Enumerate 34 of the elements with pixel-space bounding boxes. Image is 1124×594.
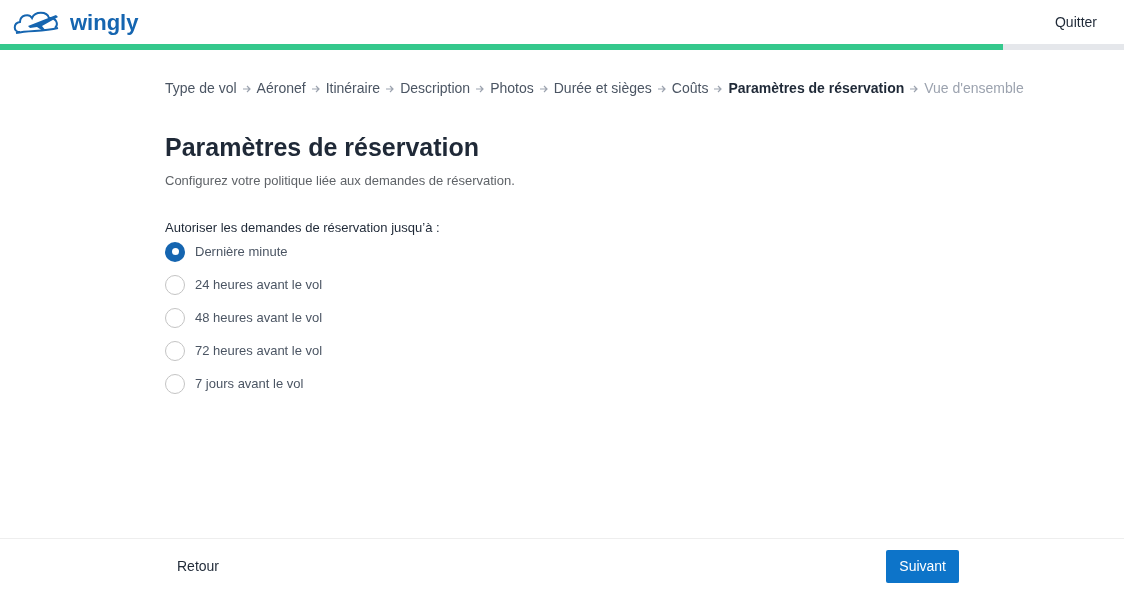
page-subtitle: Configurez votre politique liée aux demandes de réservation. [165,171,516,190]
arrow-right-icon [311,84,320,93]
back-button[interactable]: Retour [165,548,232,585]
breadcrumb-step[interactable]: Durée et sièges [553,78,652,99]
arrow-right-icon [657,84,666,93]
radio-label[interactable]: 48 heures avant le vol [195,307,323,328]
page-title: Paramètres de réservation [165,132,481,163]
radio-button[interactable] [165,373,185,394]
logo-text: wingly [70,8,139,37]
radio-label[interactable]: 7 jours avant le vol [195,373,304,394]
arrow-right-icon [242,84,251,93]
radio-label[interactable]: 24 heures avant le vol [195,274,323,295]
breadcrumb-step[interactable]: Photos [490,78,534,99]
next-button[interactable]: Suivant [886,550,959,583]
breadcrumb-step: Vue d'ensemble [924,78,1024,99]
arrow-right-icon [476,84,485,93]
question-label: Autoriser les demandes de réservation jusqu’à : [165,219,441,237]
radio-button[interactable] [165,340,185,361]
breadcrumb-step[interactable]: Coûts [671,78,709,99]
radio-label[interactable]: Dernière minute [195,241,288,262]
radio-label[interactable]: 72 heures avant le vol [195,340,323,361]
arrow-right-icon [714,84,723,93]
breadcrumb-step[interactable]: Type de vol [165,78,237,99]
breadcrumb-step: Paramètres de réservation [728,78,905,99]
arrow-right-icon [910,84,919,93]
arrow-right-icon [386,84,395,93]
radio-button[interactable] [165,241,185,262]
radio-button[interactable] [165,307,185,328]
breadcrumb-step[interactable]: Itinéraire [325,78,381,99]
radio-button[interactable] [165,274,185,295]
breadcrumb-step[interactable]: Description [400,78,471,99]
breadcrumb-step[interactable]: Aéronef [256,78,306,99]
arrow-right-icon [539,84,548,93]
quit-button[interactable]: Quitter [1055,11,1112,33]
